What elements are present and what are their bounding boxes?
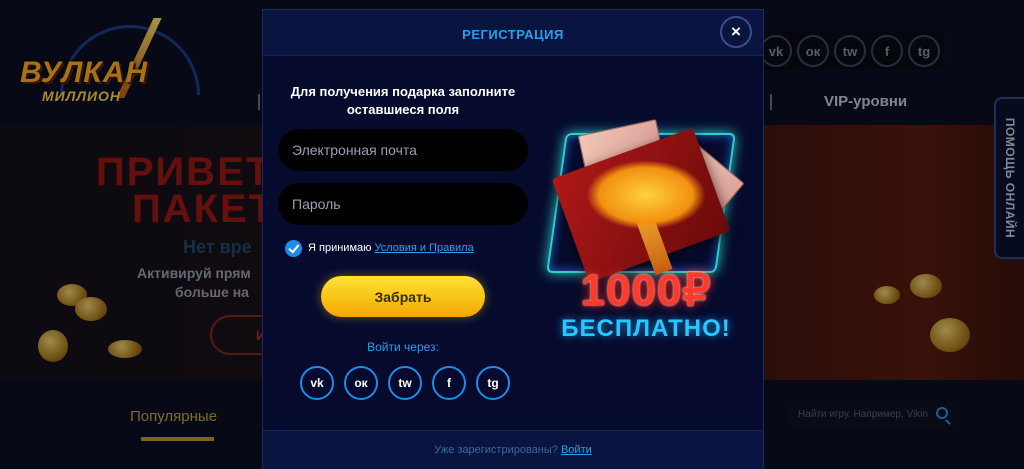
close-button[interactable]: × [720,16,752,48]
password-field[interactable] [278,183,528,225]
form-instructions: Для получения подарка заполните оставшие… [290,84,516,117]
modal-footer: Уже зарегистрированы? Войти [263,430,763,469]
claim-button[interactable]: Забрать [321,276,485,317]
login-via-label: Войти через: [367,340,439,354]
promo-free-label: БЕСПЛАТНО! [561,315,731,342]
promo-amount: 1000₽ [580,266,712,315]
terms-text: Я принимаю [308,242,372,254]
modal-title: РЕГИСТРАЦИЯ [462,27,564,42]
footer-text: Уже зарегистрированы? Войти [263,444,763,456]
social-login-row: vk ок tw f tg [300,366,510,400]
odnoklassniki-icon[interactable]: ок [344,366,378,400]
registration-modal: РЕГИСТРАЦИЯ × Для получения подарка запо… [262,9,764,469]
modal-header: РЕГИСТРАЦИЯ × [263,10,763,56]
terms-label: Я принимаю Условия и Правила [308,242,474,254]
facebook-icon[interactable]: f [432,366,466,400]
promo-banner: 1000₽ БЕСПЛАТНО! [546,115,746,355]
telegram-icon[interactable]: tg [476,366,510,400]
twitter-icon[interactable]: tw [388,366,422,400]
login-link[interactable]: Войти [561,444,592,456]
terms-checkbox[interactable] [285,240,302,257]
email-field[interactable] [278,129,528,171]
vk-icon[interactable]: vk [300,366,334,400]
terms-link[interactable]: Условия и Правила [374,242,473,254]
already-registered-text: Уже зарегистрированы? [434,444,558,456]
gift-bow-icon [586,160,706,230]
